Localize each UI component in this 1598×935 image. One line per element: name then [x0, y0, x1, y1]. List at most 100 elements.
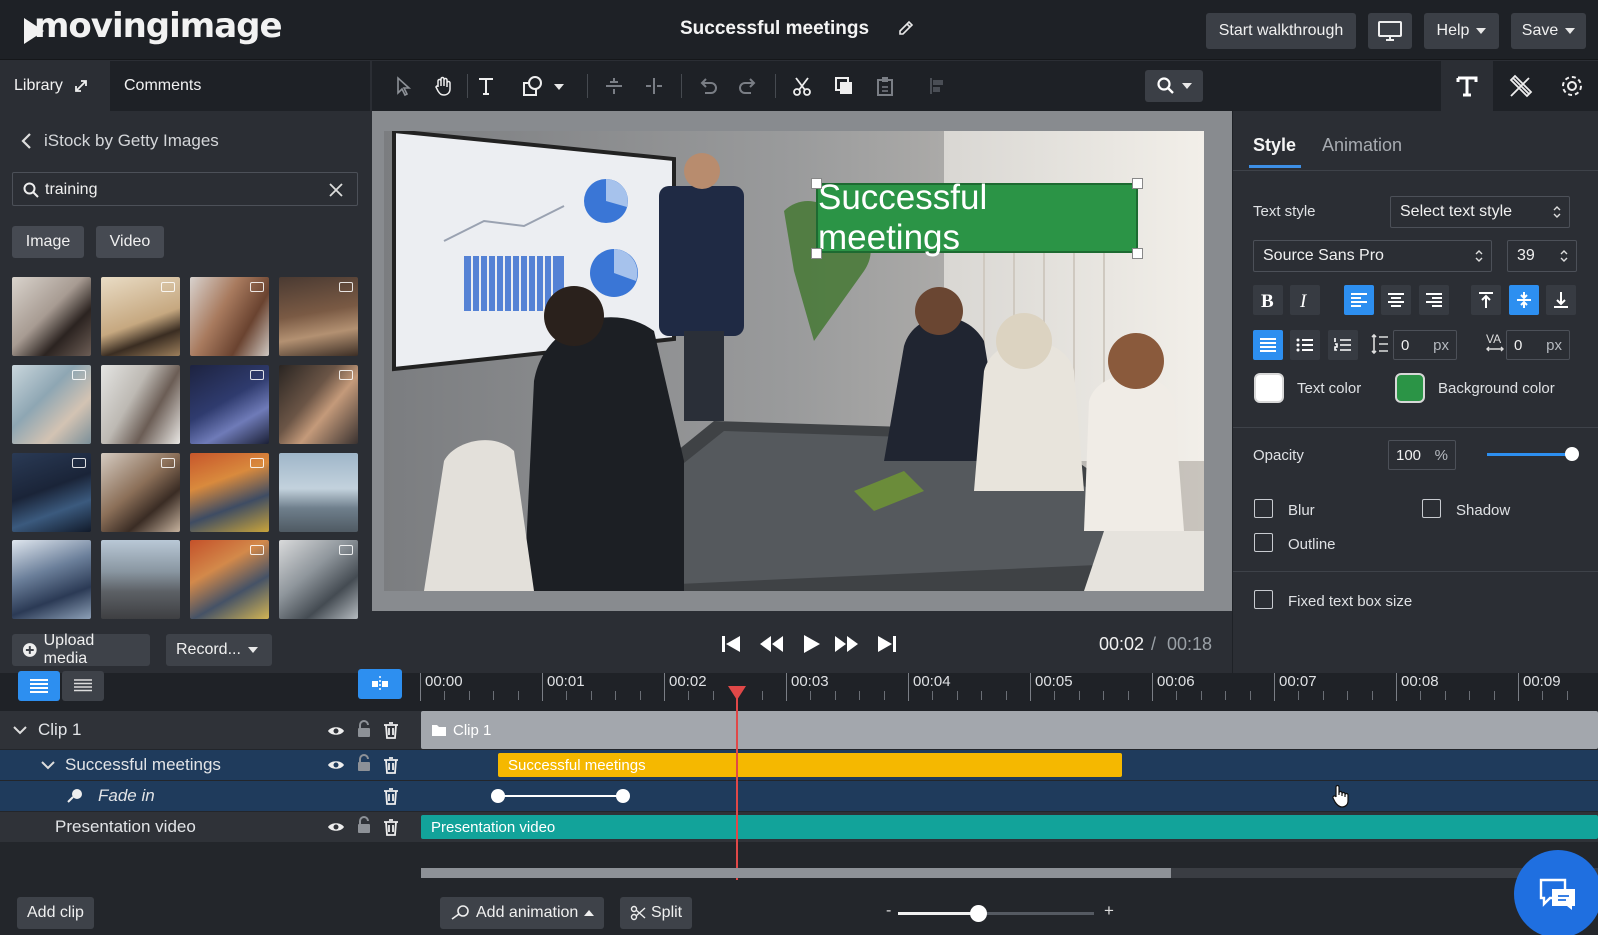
trash-icon[interactable]: [382, 756, 400, 774]
distribute-icon[interactable]: [927, 75, 949, 97]
clear-search-icon[interactable]: [329, 183, 343, 197]
stage-zoom-button[interactable]: [1145, 70, 1203, 102]
scrollbar-thumb[interactable]: [421, 868, 1171, 878]
tab-style[interactable]: Style: [1253, 135, 1296, 156]
cut-scissors-icon[interactable]: [791, 75, 813, 97]
zoom-in-label[interactable]: +: [1104, 901, 1114, 921]
copy-icon[interactable]: [833, 75, 855, 97]
bold-button[interactable]: B: [1253, 285, 1283, 315]
align-left-button[interactable]: [1344, 285, 1374, 315]
media-thumbnail[interactable]: [190, 453, 269, 532]
undo-icon[interactable]: [697, 75, 719, 97]
video-preview[interactable]: Successful meetings: [384, 131, 1204, 591]
media-thumbnail[interactable]: [12, 365, 91, 444]
resize-handle[interactable]: [1132, 248, 1143, 259]
background-color-swatch[interactable]: [1395, 373, 1425, 403]
compact-view-button[interactable]: [62, 671, 104, 701]
visibility-eye-icon[interactable]: [327, 818, 345, 836]
media-thumbnail[interactable]: [101, 453, 180, 532]
lock-icon[interactable]: [355, 720, 373, 738]
text-style-select[interactable]: Select text style: [1390, 196, 1570, 228]
media-thumbnail[interactable]: [279, 540, 358, 619]
media-thumbnail[interactable]: [12, 540, 91, 619]
media-thumbnail[interactable]: [101, 540, 180, 619]
select-pointer-icon[interactable]: [392, 75, 414, 97]
preview-screen-button[interactable]: [1368, 13, 1412, 49]
visibility-eye-icon[interactable]: [327, 722, 345, 740]
paste-icon[interactable]: [874, 75, 896, 97]
add-animation-button[interactable]: Add animation: [440, 897, 605, 929]
track-row-video[interactable]: Presentation video Presentation video: [0, 812, 1598, 842]
media-thumbnail[interactable]: [279, 365, 358, 444]
shape-menu-chevron-icon[interactable]: [554, 84, 564, 90]
chevron-down-icon[interactable]: [12, 724, 28, 736]
align-center-button[interactable]: [1381, 285, 1411, 315]
animation-end-handle[interactable]: [616, 789, 630, 803]
media-thumbnail[interactable]: [101, 277, 180, 356]
tab-animation[interactable]: Animation: [1322, 135, 1402, 156]
library-search-input[interactable]: [45, 180, 325, 200]
redo-icon[interactable]: [737, 75, 759, 97]
opacity-slider-track[interactable]: [1487, 447, 1579, 461]
split-button[interactable]: Split: [620, 897, 693, 929]
track-row-clip[interactable]: Clip 1 Clip 1: [0, 711, 1598, 749]
align-horizontal-icon[interactable]: [643, 75, 665, 97]
vertical-align-middle-button[interactable]: [1509, 285, 1539, 315]
media-thumbnail[interactable]: [12, 453, 91, 532]
save-menu-button[interactable]: Save: [1511, 13, 1586, 49]
snap-to-grid-button[interactable]: [358, 669, 402, 699]
design-tools-icon[interactable]: [1507, 74, 1533, 100]
font-family-select[interactable]: Source Sans Pro: [1253, 240, 1492, 272]
blur-checkbox[interactable]: [1254, 499, 1273, 518]
align-right-button[interactable]: [1419, 285, 1449, 315]
outline-checkbox[interactable]: [1254, 533, 1273, 552]
animation-duration-line[interactable]: [498, 795, 622, 797]
skip-to-start-icon[interactable]: [719, 633, 743, 655]
playhead-line[interactable]: [736, 690, 738, 880]
zoom-knob[interactable]: [970, 905, 987, 922]
trash-icon[interactable]: [382, 818, 400, 836]
text-overlay[interactable]: Successful meetings: [816, 178, 1138, 257]
lock-icon[interactable]: [355, 754, 373, 772]
tab-comments[interactable]: Comments: [124, 77, 201, 95]
skip-to-end-icon[interactable]: [875, 633, 899, 655]
expand-icon[interactable]: [73, 78, 89, 94]
track-row-text[interactable]: Successful meetings Successful meetings: [0, 750, 1598, 780]
time-ruler[interactable]: 00:00 00:01 00:02 00:03 00:04 00:05 00:06 00:07…: [420, 673, 1598, 711]
text-tool-icon[interactable]: [475, 75, 497, 97]
timeline-horizontal-scrollbar[interactable]: [421, 868, 1598, 878]
chevron-down-icon[interactable]: [40, 759, 56, 771]
hand-pan-icon[interactable]: [432, 75, 454, 97]
paragraph-justify-button[interactable]: [1253, 330, 1283, 360]
resize-handle[interactable]: [1132, 178, 1143, 189]
text-color-swatch[interactable]: [1254, 373, 1284, 403]
opacity-slider-knob[interactable]: [1565, 447, 1579, 461]
media-thumbnail[interactable]: [190, 277, 269, 356]
add-clip-button[interactable]: Add clip: [17, 897, 94, 929]
upload-media-button[interactable]: Upload media: [12, 632, 150, 667]
media-thumbnail[interactable]: [279, 277, 358, 356]
fast-forward-icon[interactable]: [835, 633, 859, 655]
media-thumbnail[interactable]: [12, 277, 91, 356]
lock-icon[interactable]: [355, 816, 373, 834]
text-clip-bar[interactable]: Successful meetings: [498, 753, 1122, 777]
expanded-view-button[interactable]: [18, 671, 60, 701]
opacity-input[interactable]: 100%: [1388, 440, 1456, 470]
trash-icon[interactable]: [382, 721, 400, 739]
numbered-list-button[interactable]: [1328, 330, 1358, 360]
resize-handle[interactable]: [811, 178, 822, 189]
fixed-text-box-checkbox[interactable]: [1254, 590, 1273, 609]
vertical-align-bottom-button[interactable]: [1546, 285, 1576, 315]
playhead-marker[interactable]: [728, 686, 746, 700]
edit-title-pencil-icon[interactable]: [896, 19, 916, 39]
video-clip-bar[interactable]: Presentation video: [421, 815, 1598, 839]
media-thumbnail[interactable]: [101, 365, 180, 444]
media-thumbnail[interactable]: [190, 365, 269, 444]
trash-icon[interactable]: [382, 787, 400, 805]
filter-video-button[interactable]: Video: [96, 226, 164, 258]
zoom-out-label[interactable]: -: [886, 902, 891, 920]
font-size-select[interactable]: 39: [1507, 240, 1577, 272]
start-walkthrough-button[interactable]: Start walkthrough: [1206, 13, 1356, 49]
filter-image-button[interactable]: Image: [12, 226, 84, 258]
support-chat-button[interactable]: [1514, 850, 1598, 935]
